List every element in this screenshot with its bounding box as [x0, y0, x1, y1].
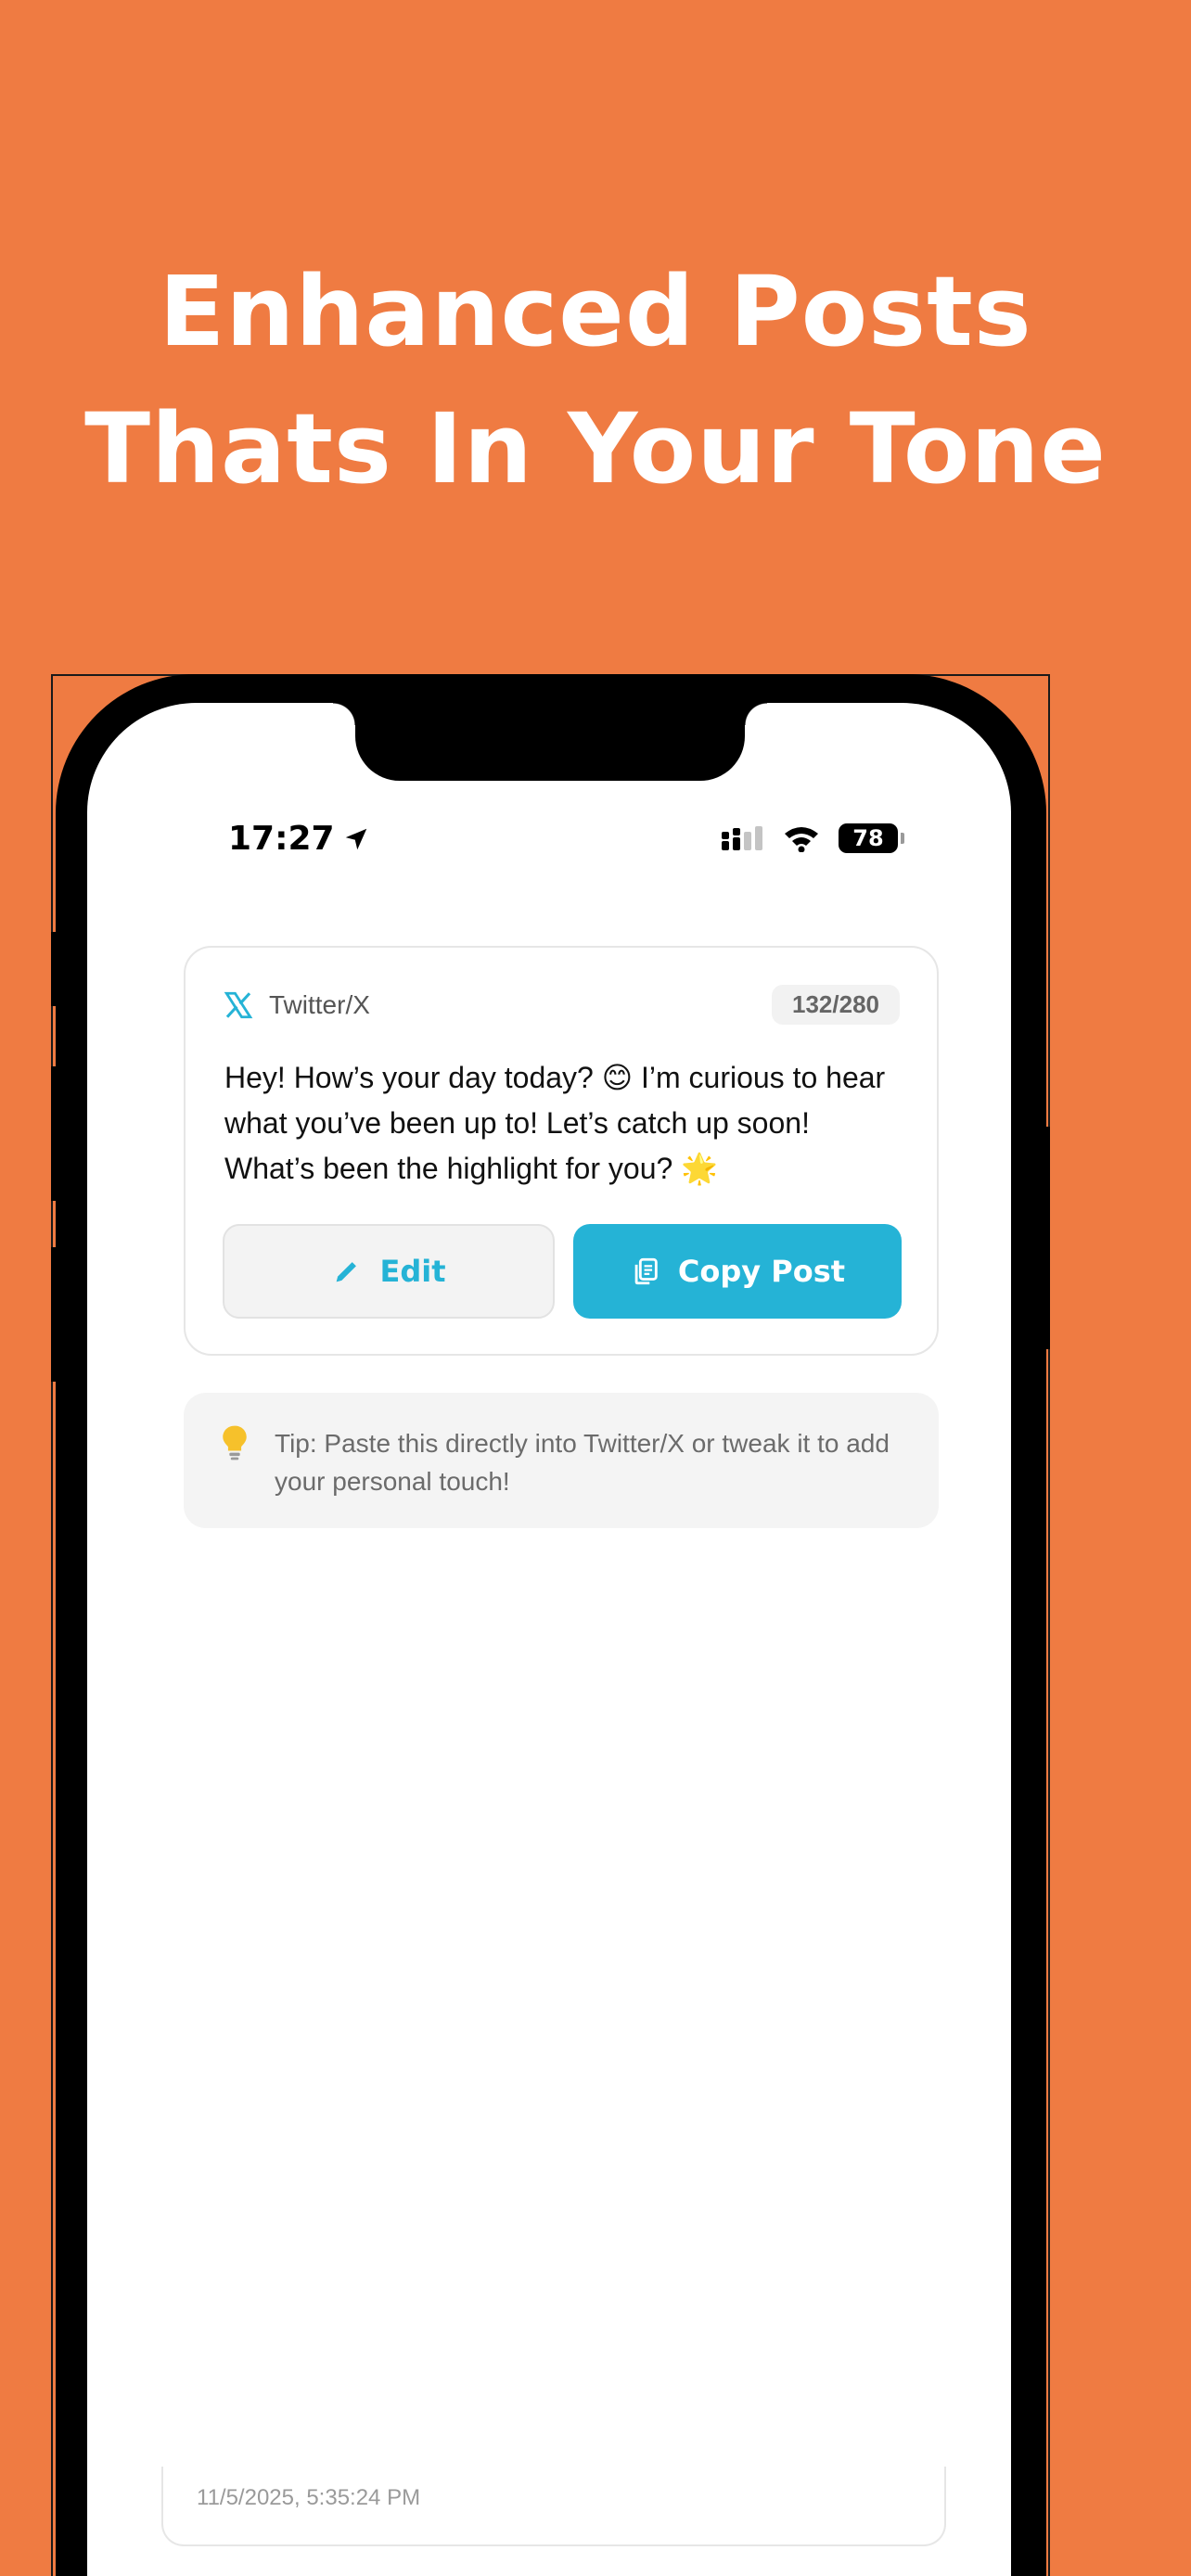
wifi-icon	[785, 827, 818, 852]
status-time-text: 17:27	[228, 820, 335, 858]
phone-screen: 17:27 78 Twitter/X 132/280 Hey! How’s yo…	[87, 703, 1011, 2576]
cellular-signal-icon	[722, 826, 762, 850]
tip-box: Tip: Paste this directly into Twitter/X …	[184, 1393, 939, 1528]
marketing-headline: Enhanced Posts Thats In Your Tone	[0, 243, 1191, 517]
tip-text: Tip: Paste this directly into Twitter/X …	[275, 1429, 890, 1496]
post-card-header: Twitter/X 132/280	[223, 985, 900, 1025]
phone-volume-down-button	[51, 1247, 58, 1382]
location-arrow-icon	[345, 828, 366, 849]
post-actions: Edit Copy Post	[223, 1224, 902, 1319]
phone-notch	[333, 703, 767, 781]
post-text: Hey! How’s your day today? 😊 I’m curious…	[224, 1061, 886, 1185]
status-bar-time: 17:27	[228, 820, 370, 858]
copy-post-button[interactable]: Copy Post	[573, 1224, 902, 1319]
headline-line-2: Thats In Your Tone	[84, 392, 1107, 505]
battery-level: 78	[852, 825, 884, 851]
copy-post-button-label: Copy Post	[677, 1254, 846, 1289]
headline-line-1: Enhanced Posts	[159, 255, 1032, 368]
pencil-icon	[337, 1262, 357, 1282]
phone-volume-up-button	[51, 1066, 58, 1201]
generated-post-card: Twitter/X 132/280 Hey! How’s your day to…	[184, 946, 939, 1356]
x-logo-icon	[224, 991, 253, 1018]
phone-power-button	[1043, 1127, 1050, 1349]
character-count-badge: 132/280	[772, 985, 900, 1025]
lightbulb-icon	[223, 1425, 247, 1460]
status-bar-indicators: 78	[722, 823, 904, 853]
battery-icon: 78	[839, 823, 904, 853]
edit-button-label: Edit	[379, 1254, 446, 1289]
history-card[interactable]: 11/5/2025, 5:35:24 PM	[161, 2467, 946, 2546]
platform-indicator: Twitter/X	[223, 989, 370, 1021]
edit-button[interactable]: Edit	[223, 1224, 555, 1319]
phone-side-button	[51, 932, 58, 1006]
copy-icon	[634, 1257, 658, 1285]
history-timestamp: 11/5/2025, 5:35:24 PM	[197, 2485, 421, 2510]
platform-label: Twitter/X	[269, 989, 370, 1019]
